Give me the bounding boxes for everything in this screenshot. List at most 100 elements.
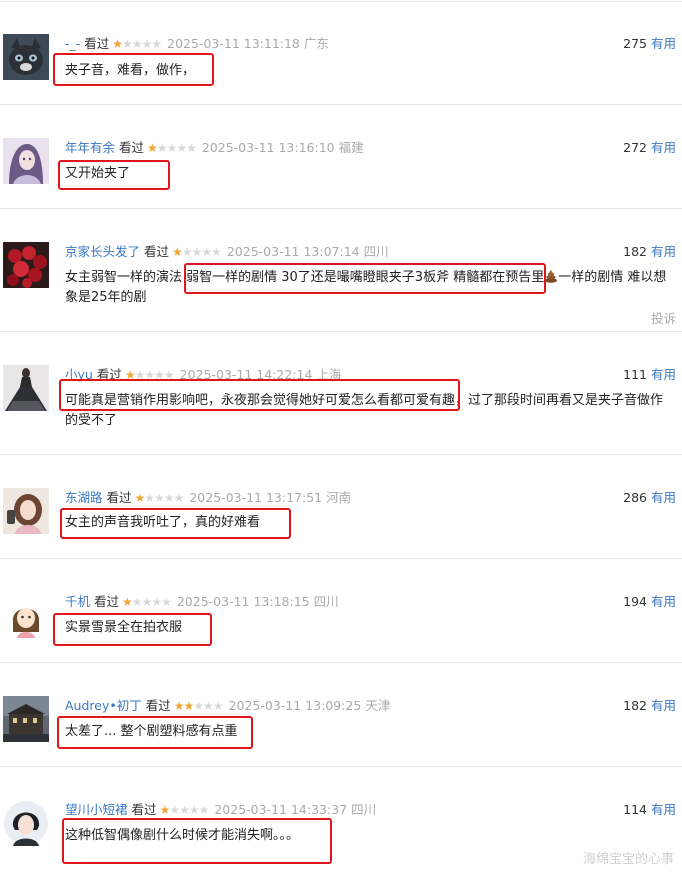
useful-button[interactable]: 有用	[651, 594, 676, 609]
building-avatar[interactable]	[3, 696, 49, 742]
comment-meta: 望川小短裙 看过 ★★★★★ 2025-03-11 14:33:37 四川	[65, 801, 376, 819]
comment-item: 千机 看过 ★★★★★ 2025-03-11 13:18:15 四川 194 有用 实景雪…	[0, 558, 682, 662]
star-empty-icon: ★	[186, 141, 197, 155]
star-filled-icon: ★	[172, 245, 183, 259]
cartoon-girl-avatar[interactable]	[3, 592, 49, 638]
star-empty-icon: ★	[161, 595, 172, 609]
comment-item: Audrey•初丁 看过 ★★★★★ 2025-03-11 13:09:25 天津 18…	[0, 662, 682, 766]
comment-location: 四川	[363, 244, 389, 259]
username-link[interactable]: 东湖路	[65, 490, 103, 505]
vote-area: 194 有用	[623, 593, 676, 611]
star-empty-icon: ★	[134, 368, 146, 382]
report-link[interactable]: 投诉	[651, 308, 676, 327]
comment-time: 2025-03-11 13:16:10	[201, 140, 335, 155]
useful-button[interactable]: 有用	[651, 490, 676, 505]
comment-text: 又开始夹了	[65, 166, 131, 181]
comment-location: 四川	[313, 594, 339, 609]
portrait-avatar[interactable]	[3, 800, 49, 846]
vote-area: 111 有用	[623, 366, 676, 384]
star-empty-icon: ★	[131, 37, 143, 51]
comment-meta: 东湖路 看过 ★★★★★ 2025-03-11 13:17:51 河南	[65, 489, 351, 507]
useful-button[interactable]: 有用	[651, 244, 676, 259]
star-empty-icon: ★	[131, 595, 143, 609]
vote-area: 182 有用	[623, 697, 676, 715]
username-link[interactable]: -_-	[65, 36, 80, 51]
useful-button[interactable]: 有用	[651, 367, 676, 382]
comment-item: 小yu 看过 ★★★★★ 2025-03-11 14:22:14 上海 111 有用 可能…	[0, 331, 682, 454]
star-empty-icon: ★	[141, 595, 153, 609]
watched-label: 看过	[84, 36, 110, 51]
username-link[interactable]: 京家长头发了	[65, 244, 140, 259]
watched-label: 看过	[131, 802, 157, 817]
comment-location: 福建	[338, 140, 364, 155]
watched-label: 看过	[144, 244, 170, 259]
comment-item: 望川小短裙 看过 ★★★★★ 2025-03-11 14:33:37 四川 114 有用 …	[0, 766, 682, 872]
useful-button[interactable]: 有用	[651, 698, 676, 713]
roses-avatar[interactable]	[3, 242, 49, 288]
star-empty-icon: ★	[181, 245, 193, 259]
star-empty-icon: ★	[122, 37, 133, 51]
comment-location: 河南	[326, 490, 352, 505]
star-empty-icon: ★	[211, 245, 222, 259]
star-filled-icon: ★	[134, 491, 146, 505]
vote-area: 286 有用	[623, 489, 676, 507]
useful-button[interactable]: 有用	[651, 802, 676, 817]
star-empty-icon: ★	[163, 491, 175, 505]
vote-count: 114	[623, 802, 647, 817]
comment-text: 女主弱智一样的演法 弱智一样的剧情 30了还是嘬嘴瞪眼夹子3板斧 精髓都在预告里…	[65, 268, 675, 308]
comment-meta: 千机 看过 ★★★★★ 2025-03-11 13:18:15 四川	[65, 593, 339, 611]
comment-meta: 京家长头发了 看过 ★★★★★ 2025-03-11 13:07:14 四川	[65, 243, 389, 261]
star-empty-icon: ★	[203, 699, 214, 713]
username-link[interactable]: 年年有余	[65, 140, 115, 155]
comment-location: 上海	[316, 367, 342, 382]
star-empty-icon: ★	[173, 491, 185, 505]
username-link[interactable]: 小yu	[65, 367, 93, 382]
comment-text: 实景雪景全在拍衣服	[65, 620, 183, 635]
comment-location: 广东	[303, 36, 329, 51]
vote-area: 182 有用	[623, 243, 676, 261]
star-empty-icon: ★	[151, 595, 162, 609]
comment-meta: 小yu 看过 ★★★★★ 2025-03-11 14:22:14 上海	[65, 366, 341, 384]
star-empty-icon: ★	[144, 368, 155, 382]
vote-count: 286	[623, 490, 647, 505]
anime-girl-avatar[interactable]	[3, 138, 49, 184]
useful-button[interactable]: 有用	[651, 36, 676, 51]
gown-avatar[interactable]	[3, 365, 49, 411]
star-rating: ★★★★★	[112, 37, 162, 51]
comment-time: 2025-03-11 13:17:51	[189, 490, 323, 505]
username-link[interactable]: 望川小短裙	[65, 802, 128, 817]
vote-count: 272	[623, 140, 647, 155]
star-empty-icon: ★	[169, 803, 180, 817]
star-filled-icon: ★	[173, 699, 185, 713]
comment-item: 东湖路 看过 ★★★★★ 2025-03-11 13:17:51 河南 286 有用 女主…	[0, 454, 682, 558]
vote-count: 182	[623, 698, 647, 713]
selfie-avatar[interactable]	[3, 488, 49, 534]
watched-label: 看过	[106, 490, 132, 505]
comment-item: 京家长头发了 看过 ★★★★★ 2025-03-11 13:07:14 四川 182 有用…	[0, 208, 682, 331]
star-empty-icon: ★	[193, 699, 204, 713]
comment-text: 女主的声音我听吐了，真的好难看	[65, 515, 261, 530]
comment-item: -_- 看过 ★★★★★ 2025-03-11 13:11:18 广东 275 有用 夹子…	[0, 0, 682, 104]
watched-label: 看过	[119, 140, 145, 155]
star-rating: ★★★★★	[134, 491, 185, 505]
vote-count: 111	[623, 367, 647, 382]
cat-avatar[interactable]	[3, 34, 49, 80]
star-filled-icon: ★	[112, 37, 123, 51]
watched-label: 看过	[96, 367, 122, 382]
star-rating: ★★★★★	[173, 699, 224, 713]
star-filled-icon: ★	[183, 699, 195, 713]
comment-time: 2025-03-11 13:11:18	[167, 36, 300, 51]
star-empty-icon: ★	[154, 368, 165, 382]
username-link[interactable]: 千机	[65, 594, 90, 609]
star-rating: ★★★★★	[124, 368, 175, 382]
star-rating: ★★★★★	[172, 245, 222, 259]
comment-time: 2025-03-11 13:07:14	[226, 244, 360, 259]
star-empty-icon: ★	[156, 141, 168, 155]
vote-area: 272 有用	[623, 139, 676, 157]
useful-button[interactable]: 有用	[651, 140, 676, 155]
star-filled-icon: ★	[124, 368, 136, 382]
username-link[interactable]: Audrey•初丁	[65, 698, 142, 713]
star-empty-icon: ★	[191, 245, 203, 259]
comment-text-part: 女主弱智一样的演法 弱智一样的剧情 30了还是嘬嘴瞪眼夹子3板斧 精髓都在预告里	[65, 270, 545, 285]
comment-location: 四川	[351, 802, 377, 817]
